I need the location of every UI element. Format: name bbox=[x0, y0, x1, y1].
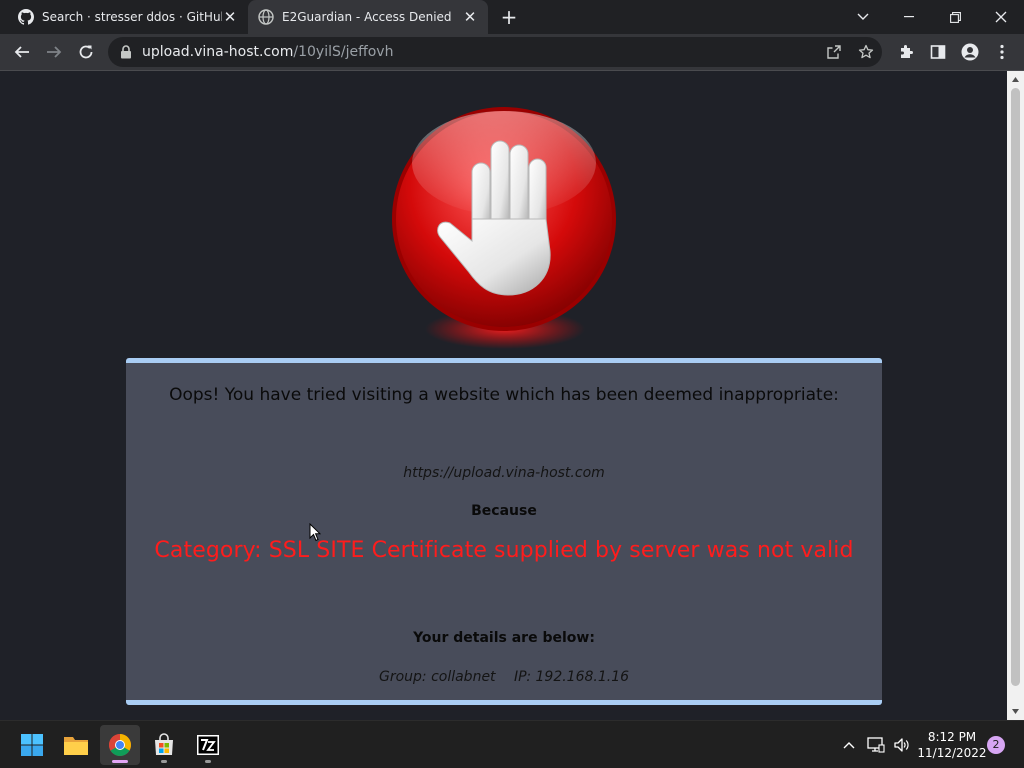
block-message-panel: Oops! You have tried visiting a website … bbox=[126, 358, 882, 705]
start-button[interactable] bbox=[12, 725, 52, 765]
7zip-button[interactable] bbox=[188, 725, 228, 765]
bookmark-star-icon[interactable] bbox=[852, 38, 880, 66]
address-bar[interactable]: upload.vina-host.com/10yilS/jeffovh bbox=[108, 37, 882, 67]
start-icon bbox=[21, 734, 43, 756]
extensions-icon[interactable] bbox=[892, 38, 920, 66]
new-tab-button[interactable]: + bbox=[499, 7, 519, 27]
active-app-indicator bbox=[112, 760, 128, 763]
7zip-icon bbox=[197, 735, 219, 755]
tab-title: E2Guardian - Access Denied bbox=[282, 10, 452, 24]
blocked-url: https://upload.vina-host.com bbox=[403, 465, 605, 481]
side-panel-icon[interactable] bbox=[924, 38, 952, 66]
page-title: Oops! You have tried visiting a website … bbox=[169, 385, 839, 405]
chrome-taskbar-button[interactable] bbox=[100, 725, 140, 765]
tab-title: Search · stresser ddos · GitHub bbox=[42, 10, 222, 24]
forward-button[interactable] bbox=[40, 38, 68, 66]
taskbar: 8:12 PM 11/12/2022 bbox=[0, 720, 1024, 768]
tab-github-search[interactable]: Search · stresser ddos · GitHub ✕ bbox=[8, 0, 248, 34]
restore-icon[interactable] bbox=[932, 0, 978, 34]
clock-date: 11/12/2022 bbox=[917, 746, 987, 760]
page-viewport: Oops! You have tried visiting a website … bbox=[0, 71, 1007, 720]
system-clock[interactable]: 8:12 PM 11/12/2022 bbox=[916, 729, 988, 761]
back-button[interactable] bbox=[8, 38, 36, 66]
menu-icon[interactable] bbox=[988, 38, 1016, 66]
browser-toolbar: upload.vina-host.com/10yilS/jeffovh bbox=[0, 34, 1024, 71]
scroll-down-icon[interactable] bbox=[1007, 703, 1024, 720]
share-icon[interactable] bbox=[820, 38, 848, 66]
tab-search-icon[interactable] bbox=[840, 0, 886, 34]
file-explorer-icon bbox=[64, 737, 88, 755]
tab-e2guardian[interactable]: E2Guardian - Access Denied ✕ bbox=[248, 0, 488, 34]
show-hidden-icons-icon[interactable] bbox=[838, 721, 860, 768]
chrome-icon bbox=[109, 734, 131, 756]
reload-button[interactable] bbox=[72, 38, 100, 66]
microsoft-store-icon bbox=[155, 733, 173, 755]
running-app-indicator bbox=[161, 760, 167, 763]
lock-icon[interactable] bbox=[120, 44, 136, 60]
url-host: upload.vina-host.com bbox=[142, 44, 294, 60]
github-icon bbox=[18, 9, 34, 25]
block-reason: Category: SSL SITE Certificate supplied … bbox=[154, 538, 854, 563]
globe-icon bbox=[258, 9, 274, 25]
volume-icon[interactable] bbox=[890, 721, 914, 768]
user-details: Group: collabnet IP: 192.168.1.16 bbox=[126, 669, 882, 685]
ip-value: IP: 192.168.1.16 bbox=[514, 669, 630, 685]
scrollbar-thumb[interactable] bbox=[1011, 88, 1020, 686]
running-app-indicator bbox=[205, 760, 211, 763]
scroll-up-icon[interactable] bbox=[1007, 71, 1024, 88]
profile-icon[interactable] bbox=[956, 38, 984, 66]
mouse-cursor-icon bbox=[309, 523, 321, 542]
tab-strip: Search · stresser ddos · GitHub ✕ E2Guar… bbox=[0, 0, 1024, 34]
stop-hand-icon bbox=[392, 107, 616, 349]
group-value: Group: collabnet bbox=[378, 669, 496, 685]
notification-badge[interactable]: 2 bbox=[987, 736, 1005, 754]
because-label: Because bbox=[471, 503, 537, 519]
file-explorer-button[interactable] bbox=[56, 725, 96, 765]
close-tab-icon[interactable]: ✕ bbox=[222, 9, 238, 25]
page-scrollbar[interactable] bbox=[1007, 71, 1024, 720]
close-tab-icon[interactable]: ✕ bbox=[462, 9, 478, 25]
close-window-icon[interactable] bbox=[978, 0, 1024, 34]
network-icon[interactable] bbox=[864, 721, 888, 768]
minimize-icon[interactable] bbox=[886, 0, 932, 34]
url-path: /10yilS/jeffovh bbox=[293, 44, 394, 60]
clock-time: 8:12 PM bbox=[927, 730, 977, 744]
microsoft-store-button[interactable] bbox=[144, 725, 184, 765]
details-label: Your details are below: bbox=[413, 630, 595, 646]
